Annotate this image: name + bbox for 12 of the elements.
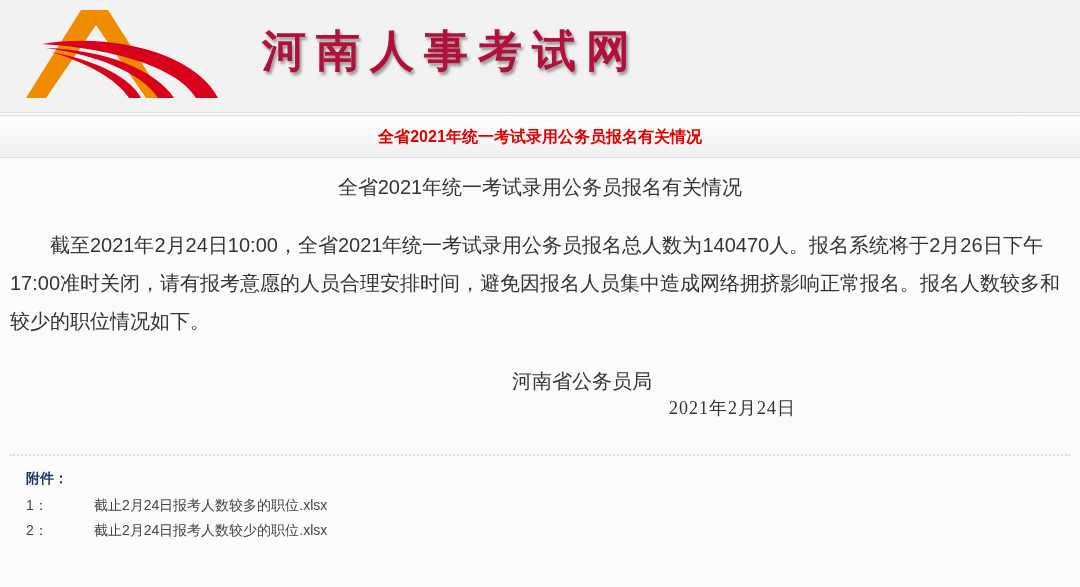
logo-icon <box>26 9 220 100</box>
attachment-index: 2： <box>26 521 49 540</box>
site-title: 河南人事考试网 <box>262 24 640 78</box>
article-body: 截至2021年2月24日10:00，全省2021年统一考试录用公务员报名总人数为140470人。报名系统将于2月26日下午17:00准时关闭，请有报考意愿的人员合理安排时间，避免因报名人员集中造成网络拥挤影响正常报名。报名人数较多和较少的职位情况如下。 <box>10 233 1062 334</box>
article-title: 全省2021年统一考试录用公务员报名有关情况 <box>336 175 744 200</box>
attachment-link[interactable]: 截止2月24日报考人数较多的职位.xlsx <box>94 495 328 515</box>
date: 2021年2月24日 <box>669 397 797 420</box>
signature: 河南省公务员局 <box>512 369 653 394</box>
banner-title: 全省2021年统一考试录用公务员报名有关情况 <box>378 126 702 147</box>
attachment-link[interactable]: 截止2月24日报考人数较少的职位.xlsx <box>94 520 328 540</box>
attachment-index: 1： <box>26 496 49 515</box>
attachments-label: 附件： <box>26 469 69 488</box>
